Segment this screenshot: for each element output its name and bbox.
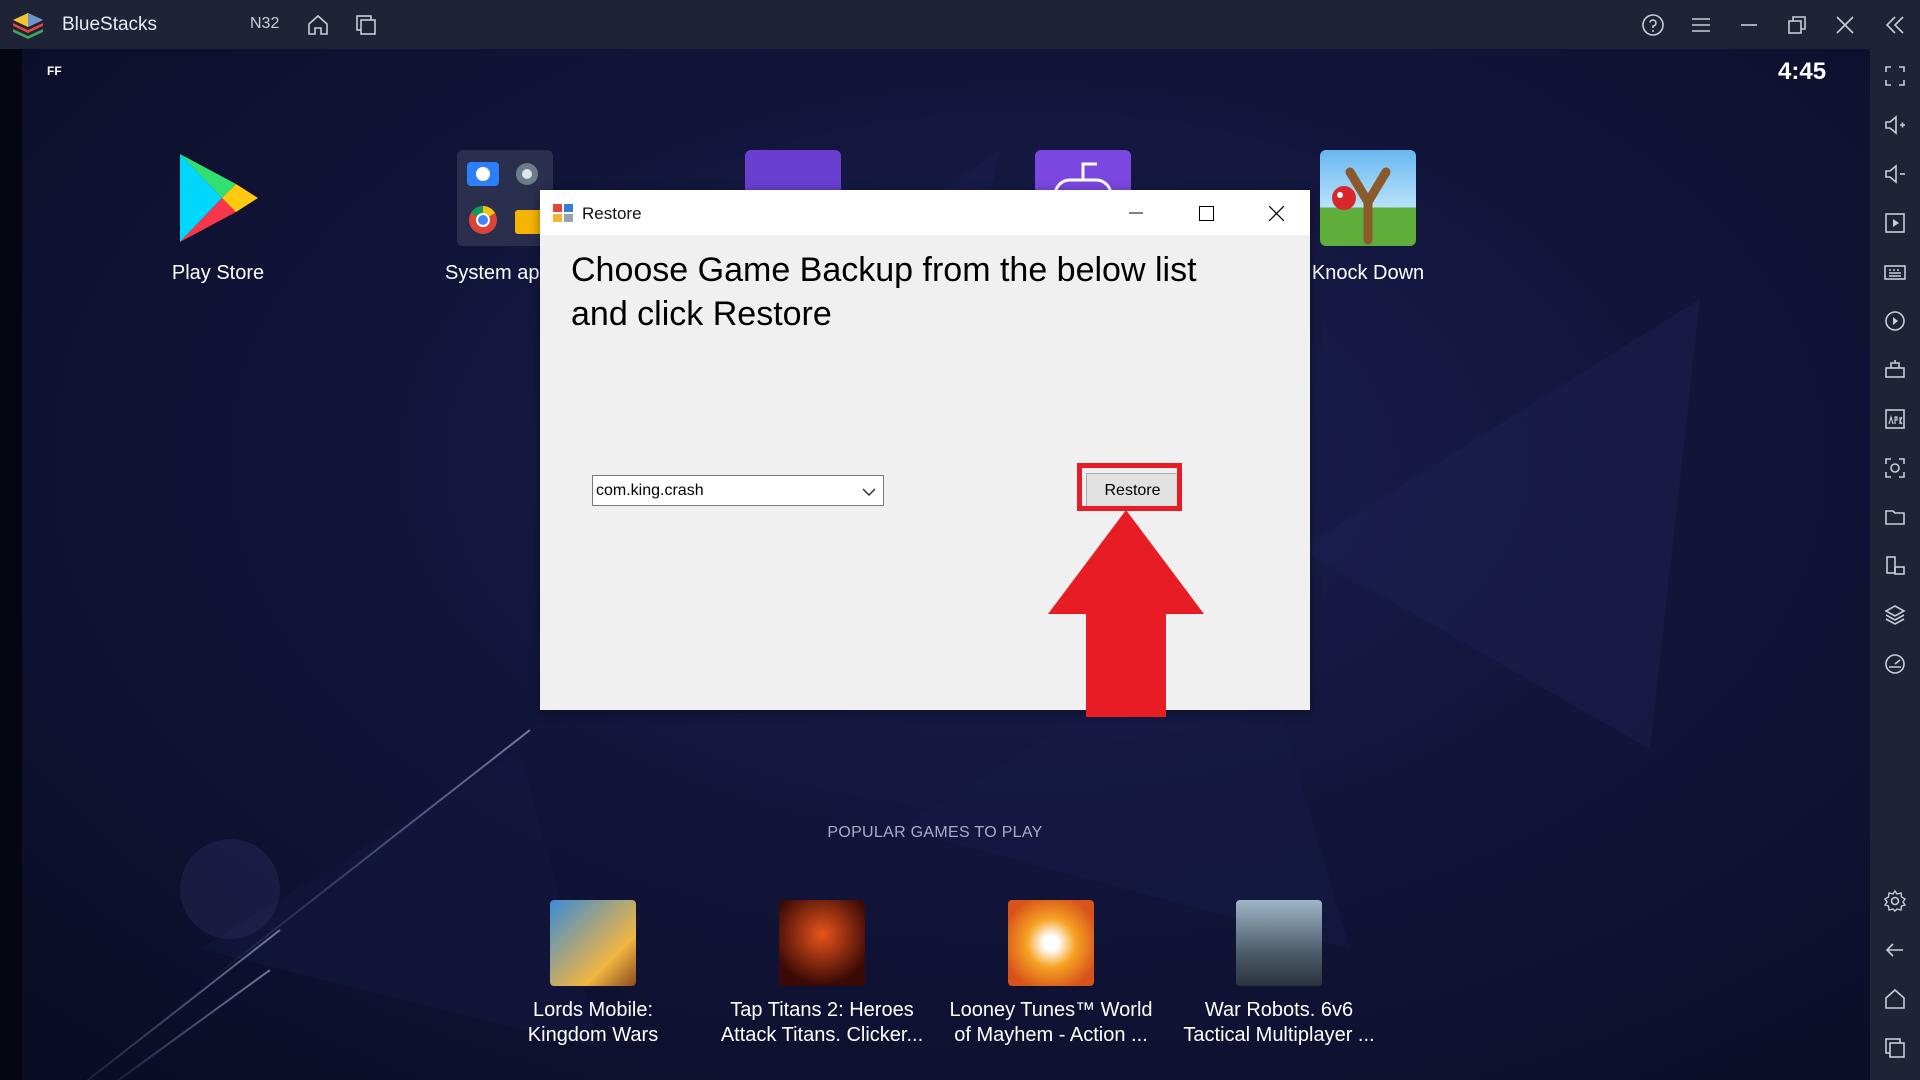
eco-mode-button[interactable] <box>1883 652 1907 676</box>
knock-down-icon[interactable] <box>1320 150 1416 246</box>
apk-icon <box>1885 409 1905 429</box>
recent-apps-button[interactable] <box>1883 1036 1907 1060</box>
keyboard-button[interactable] <box>1883 260 1907 284</box>
dialog-close-button[interactable] <box>1261 199 1291 227</box>
maximize-icon <box>1198 205 1214 221</box>
rotate-button[interactable] <box>1883 554 1907 578</box>
media-manager-button[interactable] <box>1883 211 1907 235</box>
fullscreen-button[interactable] <box>1883 64 1907 88</box>
tap-titans-icon <box>779 900 865 986</box>
back-button[interactable] <box>1883 938 1907 962</box>
dialog-minimize-button[interactable] <box>1121 199 1151 227</box>
layers-icon <box>1884 605 1906 625</box>
camera-icon <box>1885 458 1905 478</box>
close-button[interactable] <box>1832 12 1858 38</box>
popular-game[interactable]: Lords Mobile: Kingdom Wars <box>478 900 708 1048</box>
folder-icon <box>1885 510 1905 525</box>
multi-instance-button[interactable] <box>353 12 379 38</box>
collapse-sidebar-button[interactable] <box>1882 12 1908 38</box>
popular-game[interactable]: War Robots. 6v6 Tactical Multiplayer ... <box>1164 900 1394 1048</box>
volume-up-icon <box>1885 115 1905 135</box>
screenshot-button[interactable] <box>1883 456 1907 480</box>
looney-tunes-icon <box>1008 900 1094 986</box>
close-icon <box>1836 16 1854 34</box>
macro-button[interactable] <box>1883 309 1907 333</box>
minimize-button[interactable] <box>1736 12 1762 38</box>
media-icon <box>1885 213 1905 233</box>
game-label: Tap Titans 2: Heroes Attack Titans. Click… <box>720 999 924 1046</box>
app-label-system-apps: System ap <box>445 262 540 284</box>
status-indicator: FF <box>47 64 62 78</box>
menu-icon <box>1692 18 1710 32</box>
help-icon <box>1642 14 1664 36</box>
volume-up-button[interactable] <box>1883 113 1907 137</box>
war-robots-icon <box>1236 900 1322 986</box>
app-title: BlueStacks <box>62 14 158 35</box>
settings-button[interactable] <box>1883 889 1907 913</box>
status-clock: 4:45 <box>1778 58 1827 85</box>
close-icon <box>1268 205 1284 221</box>
dialog-titlebar[interactable]: Restore <box>540 190 1310 235</box>
folder-button[interactable] <box>1883 505 1907 529</box>
game-label: War Robots. 6v6 Tactical Multiplayer ... <box>1183 999 1375 1046</box>
system-apps-folder-icon[interactable] <box>457 150 553 246</box>
layers-button[interactable] <box>1883 603 1907 627</box>
bluestacks-logo-icon <box>13 13 43 39</box>
menu-button[interactable] <box>1688 12 1714 38</box>
backup-select[interactable]: com.king.crash <box>592 475 884 506</box>
popular-games-title: POPULAR GAMES TO PLAY <box>827 824 1043 841</box>
multi-instance-sync-button[interactable] <box>1883 358 1907 382</box>
dialog-heading: Choose Game Backup from the below list a… <box>571 251 1197 333</box>
red-arrow-annotation <box>1048 510 1204 717</box>
multi-instance-icon <box>356 15 376 35</box>
dialog-title: Restore <box>582 204 642 223</box>
game-label: Looney Tunes™ World of Mayhem - Action ..… <box>949 999 1153 1046</box>
android-home-button[interactable] <box>1883 987 1907 1011</box>
restore-icon <box>1788 16 1806 34</box>
bluestacks-titlebar: BlueStacks N32 <box>0 0 1920 49</box>
right-toolbar <box>1870 49 1920 1080</box>
game-label: Lords Mobile: Kingdom Wars <box>527 999 659 1046</box>
rotate-icon <box>1886 556 1905 575</box>
dialog-maximize-button[interactable] <box>1191 199 1221 227</box>
home-button[interactable] <box>305 12 331 38</box>
play-store-icon[interactable] <box>170 150 266 246</box>
minimize-icon <box>1741 24 1757 26</box>
keyboard-icon <box>1884 265 1906 280</box>
chevron-down-icon <box>862 488 876 497</box>
speedometer-icon <box>1885 654 1905 674</box>
volume-down-icon <box>1885 164 1905 184</box>
help-button[interactable] <box>1640 12 1666 38</box>
dialog-app-icon <box>553 204 573 222</box>
popular-game[interactable]: Looney Tunes™ World of Mayhem - Action ..… <box>936 900 1166 1048</box>
minimize-icon <box>1129 212 1143 214</box>
restore-highlight-box <box>1077 463 1182 511</box>
home-icon <box>1885 988 1905 1009</box>
macro-icon <box>1885 311 1905 331</box>
left-bezel <box>0 49 22 1080</box>
install-apk-button[interactable] <box>1883 407 1907 431</box>
popular-game[interactable]: Tap Titans 2: Heroes Attack Titans. Click… <box>707 900 937 1048</box>
volume-down-button[interactable] <box>1883 162 1907 186</box>
back-arrow-icon <box>1885 943 1903 957</box>
recent-apps-icon <box>1885 1038 1905 1058</box>
restore-window-button[interactable] <box>1784 12 1810 38</box>
instance-label: N32 <box>250 15 280 32</box>
lords-mobile-icon <box>550 900 636 986</box>
backup-select-value: com.king.crash <box>596 482 704 499</box>
sync-icon <box>1885 360 1905 378</box>
home-icon <box>308 14 328 35</box>
collapse-sidebar-icon <box>1885 16 1904 34</box>
app-label-knock-down: Knock Down <box>1311 262 1425 284</box>
gear-icon <box>1883 889 1907 912</box>
fullscreen-icon <box>1885 66 1905 86</box>
app-label-play-store: Play Store <box>171 262 265 284</box>
